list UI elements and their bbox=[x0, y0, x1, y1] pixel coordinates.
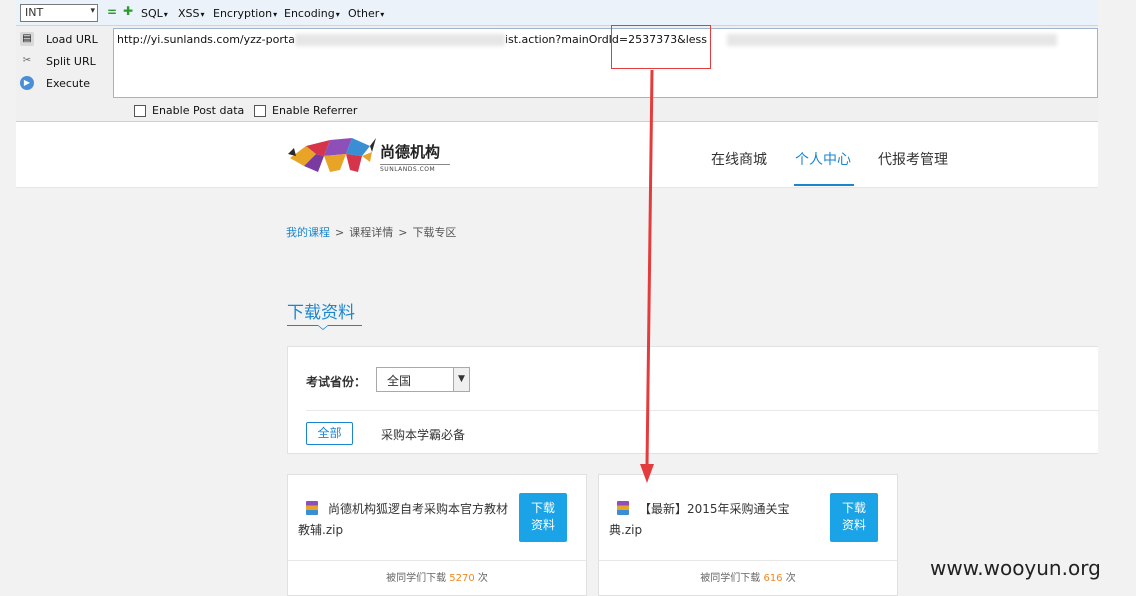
menu-encoding[interactable]: Encoding▾ bbox=[284, 7, 340, 20]
play-icon: ▶ bbox=[20, 76, 34, 90]
download-card: 【最新】2015年采购通关宝典.zip 下载 资料 被同学们下载 616 次 bbox=[598, 474, 898, 596]
int-type-select[interactable]: INT ▾ bbox=[20, 4, 98, 22]
filter-divider bbox=[306, 410, 1099, 411]
breadcrumb: 我的课程 > 课程详情 > 下载专区 bbox=[286, 224, 456, 240]
split-url-label: Split URL bbox=[46, 54, 96, 68]
enable-referrer-label: Enable Referrer bbox=[272, 104, 358, 117]
download-count: 616 bbox=[763, 573, 783, 584]
url-text-start: http://yi.sunlands.com/yzz-porta bbox=[117, 33, 295, 46]
menu-sql[interactable]: SQL▾ bbox=[141, 7, 168, 20]
filter-panel: 考试省份： 全国 ▼ 全部 采购本学霸必备 bbox=[287, 346, 1099, 454]
nav-personal-center[interactable]: 个人中心 bbox=[795, 149, 851, 169]
category-tag-all[interactable]: 全部 bbox=[306, 422, 353, 445]
watermark-text: www.wooyun.org bbox=[930, 556, 1101, 580]
split-url-button[interactable]: ✂ Split URL bbox=[20, 52, 96, 70]
int-select-value: INT bbox=[25, 6, 44, 19]
download-button[interactable]: 下载 资料 bbox=[519, 493, 567, 542]
province-filter-label: 考试省份： bbox=[306, 375, 367, 389]
scissors-icon: ✂ bbox=[22, 55, 32, 66]
plus-icon[interactable]: ✚ bbox=[123, 4, 133, 18]
load-url-label: Load URL bbox=[46, 32, 98, 46]
nav-online-mall[interactable]: 在线商城 bbox=[711, 149, 767, 169]
redacted-url-part bbox=[726, 34, 1057, 46]
logo-subtext: SUNLANDS.COM bbox=[380, 164, 450, 173]
hackbar-toolbar: INT ▾ = ✚ SQL▾ XSS▾ Encryption▾ Encoding… bbox=[16, 0, 1098, 122]
checkbox-box[interactable] bbox=[134, 104, 146, 117]
download-card: 尚德机构狐逻自考采购本官方教材教辅.zip 下载 资料 被同学们下载 5270 … bbox=[287, 474, 587, 596]
execute-button[interactable]: ▶ Execute bbox=[20, 74, 90, 92]
load-url-icon: ▤ bbox=[20, 32, 34, 46]
annotation-highlight-box bbox=[611, 25, 711, 69]
site-header: 尚德机构 SUNLANDS.COM 在线商城 个人中心 代报考管理 bbox=[16, 122, 1098, 188]
enable-referrer-checkbox[interactable]: Enable Referrer bbox=[254, 104, 357, 117]
checkbox-box[interactable] bbox=[254, 104, 266, 117]
menu-xss[interactable]: XSS▾ bbox=[178, 7, 205, 20]
card-body: 【最新】2015年采购通关宝典.zip 下载 资料 bbox=[599, 475, 897, 559]
card-body: 尚德机构狐逻自考采购本官方教材教辅.zip 下载 资料 bbox=[288, 475, 586, 559]
card-title[interactable]: 尚德机构狐逻自考采购本官方教材教辅.zip bbox=[298, 499, 508, 541]
province-select-value: 全国 bbox=[387, 374, 412, 388]
nav-active-indicator bbox=[794, 184, 854, 186]
bull-logo-icon[interactable] bbox=[286, 132, 378, 176]
menu-other[interactable]: Other▾ bbox=[348, 7, 384, 20]
chevron-down-icon[interactable]: ▼ bbox=[453, 368, 469, 391]
province-select[interactable]: 全国 ▼ bbox=[376, 367, 470, 392]
enable-post-checkbox[interactable]: Enable Post data bbox=[134, 104, 244, 117]
execute-label: Execute bbox=[46, 76, 90, 90]
load-url-button[interactable]: ▤ Load URL bbox=[20, 30, 98, 48]
breadcrumb-course-detail[interactable]: 课程详情 bbox=[349, 226, 393, 239]
hackbar-menu-bar: INT ▾ = ✚ SQL▾ XSS▾ Encryption▾ Encoding… bbox=[16, 0, 1098, 26]
section-title: 下载资料 bbox=[287, 303, 355, 323]
title-caret-inner bbox=[318, 325, 328, 329]
breadcrumb-separator: > bbox=[398, 226, 408, 239]
category-tag-purchasing[interactable]: 采购本学霸必备 bbox=[381, 426, 465, 443]
logo-text: 尚德机构 bbox=[380, 143, 441, 161]
url-input[interactable]: http://yi.sunlands.com/yzz-porta ist.acti… bbox=[113, 28, 1098, 98]
card-title[interactable]: 【最新】2015年采购通关宝典.zip bbox=[609, 499, 819, 541]
download-button[interactable]: 下载 资料 bbox=[830, 493, 878, 542]
breadcrumb-current: 下载专区 bbox=[412, 226, 457, 239]
breadcrumb-separator: > bbox=[335, 226, 345, 239]
download-count: 5270 bbox=[449, 573, 475, 584]
nav-exam-registration[interactable]: 代报考管理 bbox=[878, 149, 948, 169]
minus-icon[interactable]: = bbox=[107, 5, 117, 19]
card-download-stats: 被同学们下载 5270 次 bbox=[288, 560, 586, 596]
card-download-stats: 被同学们下载 616 次 bbox=[599, 560, 897, 596]
redacted-url-part bbox=[294, 34, 505, 46]
chevron-down-icon: ▾ bbox=[90, 6, 95, 16]
enable-post-label: Enable Post data bbox=[152, 104, 245, 117]
breadcrumb-my-courses[interactable]: 我的课程 bbox=[286, 226, 330, 239]
menu-encryption[interactable]: Encryption▾ bbox=[213, 7, 277, 20]
